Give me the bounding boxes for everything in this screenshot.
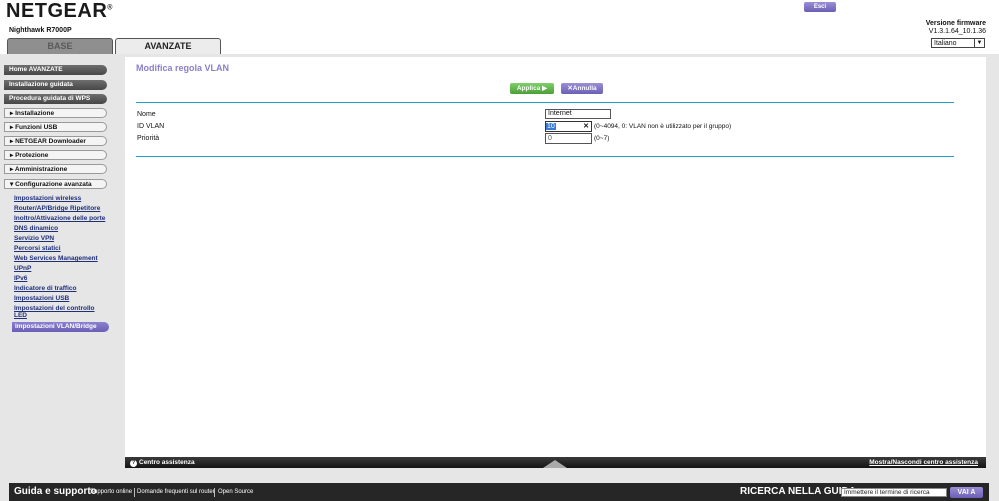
sidebar-item-static-routes[interactable]: Percorsi statici [14,245,61,253]
logout-button[interactable]: Esci [804,2,836,12]
divider-bottom [136,156,954,157]
help-search-label: RICERCA NELLA GUIDA [740,486,856,497]
sidebar-item-vlan-bridge[interactable]: Impostazioni VLAN/Bridge [12,322,109,332]
sidebar-section-usb[interactable]: ▸ Funzioni USB [4,122,107,132]
chevron-down-icon: ▼ [974,39,984,47]
sidebar-item-usb-settings[interactable]: Impostazioni USB [14,295,69,303]
footer-separator [214,488,215,497]
priority-label: Priorità [137,135,160,142]
model-name: Nighthawk R7000P [9,27,72,34]
sidebar-item-web-services[interactable]: Web Services Management [14,255,98,263]
language-select[interactable]: Italiano ▼ [931,38,985,48]
footer-link-faq[interactable]: Domande frequenti sul router [137,489,215,495]
sidebar-section-administration[interactable]: ▸ Amministrazione [4,164,107,174]
sidebar-item-wps-wizard[interactable]: Procedura guidata di WPS [4,94,107,104]
help-center-toggle[interactable]: ? Centro assistenza [130,457,195,468]
apply-button[interactable]: Applica ▶ [510,83,554,94]
caret-right-icon: ▸ [10,124,14,131]
footer-title: Guida e supporto [14,486,97,497]
name-label: Nome [137,111,156,118]
vlan-id-label: ID VLAN [137,123,165,130]
sidebar-item-home-advanced[interactable]: Home AVANZATE [4,65,107,75]
priority-hint: (0~7) [594,135,610,142]
play-arrow-icon: ▶ [542,85,548,92]
footer-separator [134,488,135,497]
sidebar-item-port-forwarding[interactable]: Inoltro/Attivazione delle porte [14,215,105,223]
help-search-button[interactable]: VAI A [950,487,983,498]
help-search-input[interactable]: Immettere il termine di ricerca [841,488,947,497]
footer-link-online-support[interactable]: Supporto online [90,489,132,495]
priority-field[interactable]: 0 [545,133,592,144]
sidebar-item-vpn-service[interactable]: Servizio VPN [14,235,54,243]
tab-basic[interactable]: BASE [7,38,113,54]
cancel-button[interactable]: ✕Annulla [561,83,603,94]
caret-right-icon: ▸ [10,166,14,173]
sidebar-item-wireless-settings[interactable]: Impostazioni wireless [14,195,81,203]
sidebar-item-ipv6[interactable]: IPv6 [14,275,27,283]
caret-right-icon: ▸ [10,110,14,117]
vlan-id-value: 10 [546,123,556,130]
sidebar-section-downloader[interactable]: ▸ NETGEAR Downloader [4,136,107,146]
vlan-id-hint: (0~4094, 0: VLAN non è utilizzato per il… [594,123,732,130]
sidebar-item-router-ap-bridge[interactable]: Router/AP/Bridge Ripetitore [14,205,100,213]
divider-top [136,102,954,103]
firmware-version: V1.3.1.64_10.1.36 [928,28,986,35]
sidebar-section-advanced-setup[interactable]: ▾ Configurazione avanzata [4,179,107,189]
caret-down-icon: ▾ [10,181,14,188]
clear-icon[interactable]: ✕ [583,122,589,131]
name-field[interactable]: Internet [545,109,611,119]
show-hide-help-link[interactable]: Mostra/Nascondi centro assistenza [869,457,978,468]
sidebar-item-dynamic-dns[interactable]: DNS dinamico [14,225,58,233]
firmware-label: Versione firmware [925,20,986,27]
page-title: Modifica regola VLAN [136,63,230,73]
sidebar-section-setup[interactable]: ▸ Installazione [4,108,107,118]
sidebar-item-traffic-meter[interactable]: Indicatore di traffico [14,285,76,293]
tab-advanced[interactable]: AVANZATE [115,38,221,54]
sidebar-section-security[interactable]: ▸ Protezione [4,150,107,160]
sidebar-item-upnp[interactable]: UPnP [14,265,31,273]
language-value: Italiano [934,40,957,47]
sidebar-item-led-control[interactable]: Impostazioni del controllo LED [14,305,95,319]
sidebar-item-setup-wizard[interactable]: Installazione guidata [4,80,107,90]
expand-arrow-icon[interactable] [543,460,567,468]
help-icon: ? [130,460,137,467]
footer: Guida e supporto Supporto online Domande… [9,483,989,501]
vlan-id-field[interactable]: 10 ✕ [545,121,592,132]
caret-right-icon: ▸ [10,152,14,159]
caret-right-icon: ▸ [10,138,14,145]
help-center-bar: ? Centro assistenza Mostra/Nascondi centr… [125,457,986,468]
footer-link-open-source[interactable]: Open Source [218,489,253,495]
netgear-logo: NETGEAR® [6,0,113,22]
